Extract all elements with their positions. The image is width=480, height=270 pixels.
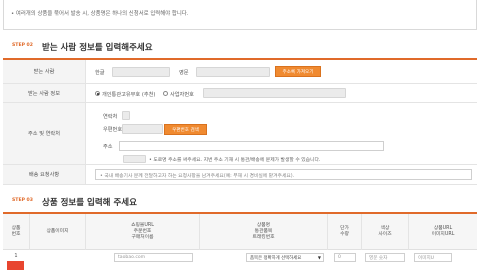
notice-text: • 여러개의 상품을 묶어서 발송 시, 상품명은 하나의 신청서로 입력해야 … xyxy=(11,11,189,17)
step3-tag: STEP 03 xyxy=(12,198,33,203)
business-number-radio[interactable] xyxy=(163,91,168,96)
address-input-1[interactable] xyxy=(119,141,384,151)
english-name-input[interactable] xyxy=(196,67,270,77)
notice-box: • 여러개의 상품을 묶어서 발송 시, 상품명은 하나의 신청서로 입력해야 … xyxy=(3,0,477,30)
korean-name-input[interactable] xyxy=(112,67,170,77)
row-number: 1 xyxy=(14,253,18,259)
col-product-name: 상품명 통관품목 트래킹번호 xyxy=(200,214,328,250)
phone-input[interactable] xyxy=(122,111,130,120)
step3-header: STEP 03 상품 정보를 입력해 주세요 xyxy=(3,196,477,208)
address-row: 주소 및 연락처 연락처 우편번호 우편번호 검색 주소 • 도로명 주소를 써… xyxy=(3,103,477,165)
phone-label: 연락처 xyxy=(103,114,118,120)
memo-input[interactable]: • 국내 배송기사 분께 전달하고자 하는 요청사항을 남겨주세요(예: 부재 … xyxy=(95,169,472,180)
row-badge xyxy=(7,261,24,270)
col-product-number: 상품 번호 xyxy=(3,214,30,250)
address-input-2[interactable] xyxy=(123,155,146,163)
address-label: 주소 및 연락처 xyxy=(3,103,86,164)
col-color-size: 색상 사이즈 xyxy=(362,214,409,250)
table-row: 1 taobao.com 품목은 정확하게 선택하세요 ▼ 0 영문 숫자 이미… xyxy=(3,250,477,270)
postal-label: 우편번호 xyxy=(103,127,123,133)
chevron-down-icon: ▼ xyxy=(317,255,321,260)
col-product-url: 상품URL 이미지URL xyxy=(431,226,455,237)
recipient-name-label: 받는 사람 xyxy=(3,60,86,83)
col-shop-url: 쇼핑몰URL 주문번호 구매처이름 xyxy=(86,214,200,250)
color-input[interactable]: 영문 숫자 xyxy=(365,253,405,262)
memo-label: 배송 요청사항 xyxy=(3,165,86,184)
price-input[interactable]: 0 xyxy=(334,253,356,262)
step2-title: 받는 사람 정보를 입력해주세요 xyxy=(42,43,153,53)
product-url-input[interactable]: 이미지U xyxy=(414,253,452,262)
recipient-form: 받는 사람 한글 영문 주소록 가져오기 받는 사람 정보 개인통관고유부호 (… xyxy=(3,58,477,185)
product-table-header: 상품 번호 상품이미지 쇼핑몰URL 주문번호 구매처이름 상품명 통관품목 트… xyxy=(3,214,477,250)
memo-row: 배송 요청사항 • 국내 배송기사 분께 전달하고자 하는 요청사항을 남겨주세… xyxy=(3,165,477,185)
recipient-info-label: 받는 사람 정보 xyxy=(3,84,86,102)
address-book-button[interactable]: 주소록 가져오기 xyxy=(275,66,321,77)
recipient-info-row: 받는 사람 정보 개인통관고유부호 (추천) 사업자번호 xyxy=(3,84,477,103)
recipient-name-row: 받는 사람 한글 영문 주소록 가져오기 xyxy=(3,60,477,84)
postal-search-button[interactable]: 우편번호 검색 xyxy=(164,124,207,135)
personal-customs-radio[interactable] xyxy=(95,91,100,96)
product-table: 상품 번호 상품이미지 쇼핑몰URL 주문번호 구매처이름 상품명 통관품목 트… xyxy=(3,212,477,270)
shop-url-input[interactable]: taobao.com xyxy=(114,253,193,262)
business-number-label: 사업자번호 xyxy=(170,92,194,98)
addr-label: 주소 xyxy=(103,144,113,150)
korean-name-label: 한글 xyxy=(95,70,105,76)
step3-title: 상품 정보를 입력해 주세요 xyxy=(42,198,137,208)
category-select-value: 품목은 정확하게 선택하세요 xyxy=(250,256,302,261)
step2-tag: STEP 02 xyxy=(12,43,33,48)
step2-header: STEP 02 받는 사람 정보를 입력해주세요 xyxy=(3,41,477,53)
col-product-image: 상품이미지 xyxy=(30,214,86,250)
col-price-qty: 단가 수량 xyxy=(328,214,362,250)
customs-code-input[interactable] xyxy=(203,88,346,98)
personal-customs-label: 개인통관고유부호 (추천) xyxy=(102,92,156,98)
english-name-label: 영문 xyxy=(179,70,189,76)
address-hint: • 도로명 주소를 써주세요. 지번 주소 기재 시 통관/배송에 문제가 발생… xyxy=(149,158,321,163)
postal-code-input[interactable] xyxy=(122,124,163,134)
category-select[interactable]: 품목은 정확하게 선택하세요 ▼ xyxy=(246,253,324,262)
